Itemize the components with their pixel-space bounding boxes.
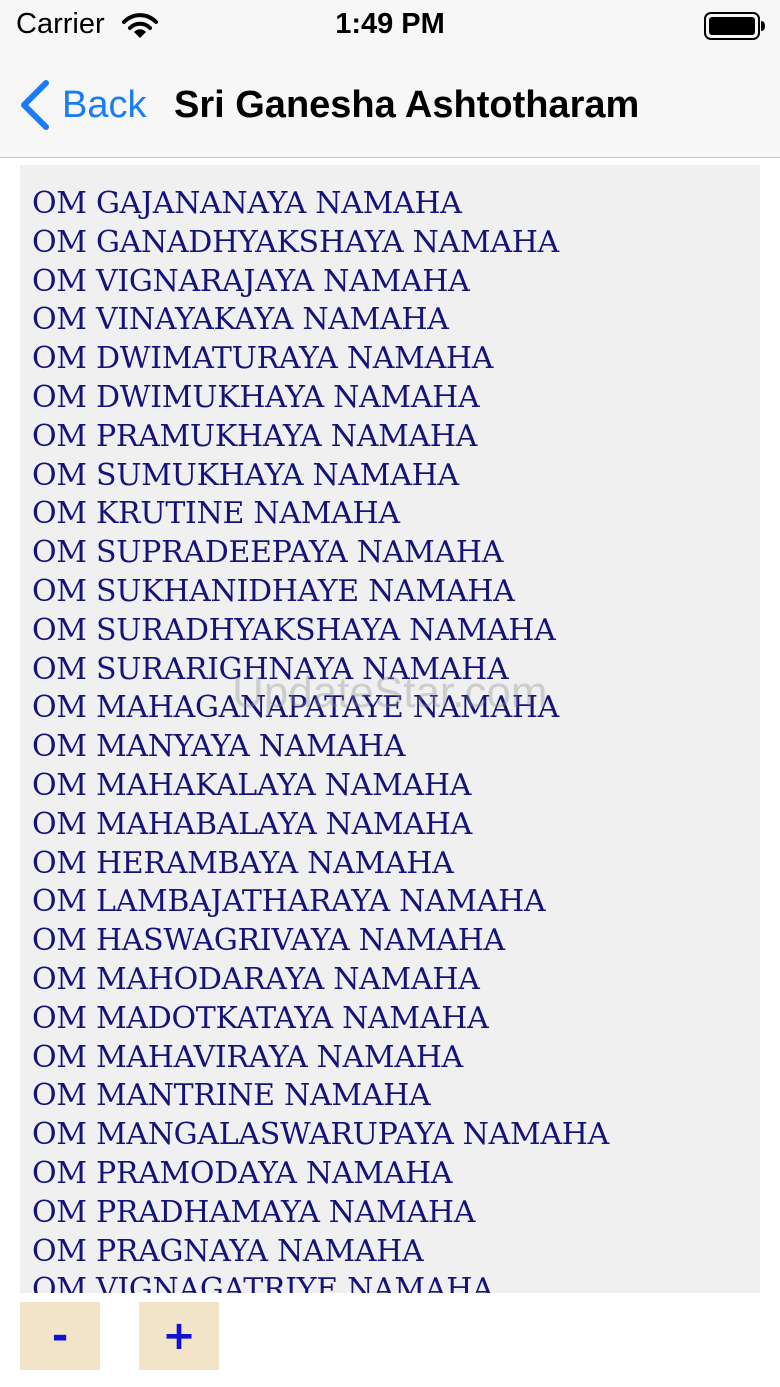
mantra-line: OM SUPRADEEPAYA NAMAHA [32, 535, 504, 571]
mantra-line: OM MAHODARAYA NAMAHA [32, 961, 480, 997]
mantra-line: OM SUMUKHAYA NAMAHA [32, 457, 459, 493]
decrease-font-button[interactable]: - [20, 1302, 100, 1370]
mantra-line: OM SUKHANIDHAYE NAMAHA [32, 573, 515, 609]
mantra-line: OM VIGNARAJAYA NAMAHA [32, 263, 470, 299]
mantra-line: OM PRAMUKHAYA NAMAHA [32, 418, 478, 454]
mantra-line: OM VINAYAKAYA NAMAHA [32, 302, 449, 338]
mantra-line: OM MAHAKALAYA NAMAHA [32, 767, 472, 803]
mantra-line: OM MADOTKATAYA NAMAHA [32, 1000, 489, 1036]
mantra-line: OM SURARIGHNAYA NAMAHA [32, 651, 509, 687]
status-bar: Carrier 1:49 PM [0, 0, 780, 54]
mantra-line: OM DWIMATURAYA NAMAHA [32, 341, 494, 377]
mantra-line: OM VIGNAGATRIYE NAMAHA [32, 1272, 494, 1293]
mantra-line: OM KRUTINE NAMAHA [32, 496, 400, 532]
mantra-line: OM MAHABALAYA NAMAHA [32, 806, 472, 842]
back-label: Back [62, 83, 147, 126]
back-button[interactable]: Back [18, 78, 146, 132]
battery-icon [704, 12, 765, 40]
mantra-line: OM SURADHYAKSHAYA NAMAHA [32, 612, 556, 648]
mantra-line: OM MANYAYA NAMAHA [32, 729, 406, 765]
increase-font-button[interactable]: + [139, 1302, 219, 1370]
mantra-line: OM MANTRINE NAMAHA [32, 1078, 431, 1114]
mantra-list: OM GAJANANAYA NAMAHA OM GANADHYAKSHAYA NA… [20, 165, 760, 1293]
mantra-line: OM MANGALASWARUPAYA NAMAHA [32, 1117, 610, 1153]
mantra-line: OM LAMBAJATHARAYA NAMAHA [32, 884, 546, 920]
mantra-line: OM GAJANANAYA NAMAHA [32, 186, 462, 221]
mantra-line: OM HERAMBAYA NAMAHA [32, 845, 454, 881]
mantra-line: OM PRAMODAYA NAMAHA [32, 1155, 453, 1191]
mantra-line: OM HASWAGRIVAYA NAMAHA [32, 923, 505, 959]
status-time: 1:49 PM [335, 8, 445, 40]
mantra-line: OM GANADHYAKSHAYA NAMAHA [32, 224, 559, 260]
page-title: Sri Ganesha Ashtotharam [174, 84, 640, 126]
mantra-text-view[interactable]: OM GAJANANAYA NAMAHA OM GANADHYAKSHAYA NA… [20, 165, 760, 1293]
mantra-line: OM DWIMUKHAYA NAMAHA [32, 379, 480, 415]
chevron-left-icon [21, 80, 49, 130]
mantra-line: OM PRAGNAYA NAMAHA [32, 1233, 424, 1269]
mantra-line: OM PRADHAMAYA NAMAHA [32, 1194, 476, 1230]
navigation-bar: Back Sri Ganesha Ashtotharam [0, 54, 780, 158]
mantra-line: OM MAHAGANAPATAYE NAMAHA [32, 690, 560, 726]
mantra-line: OM MAHAVIRAYA NAMAHA [32, 1039, 463, 1075]
